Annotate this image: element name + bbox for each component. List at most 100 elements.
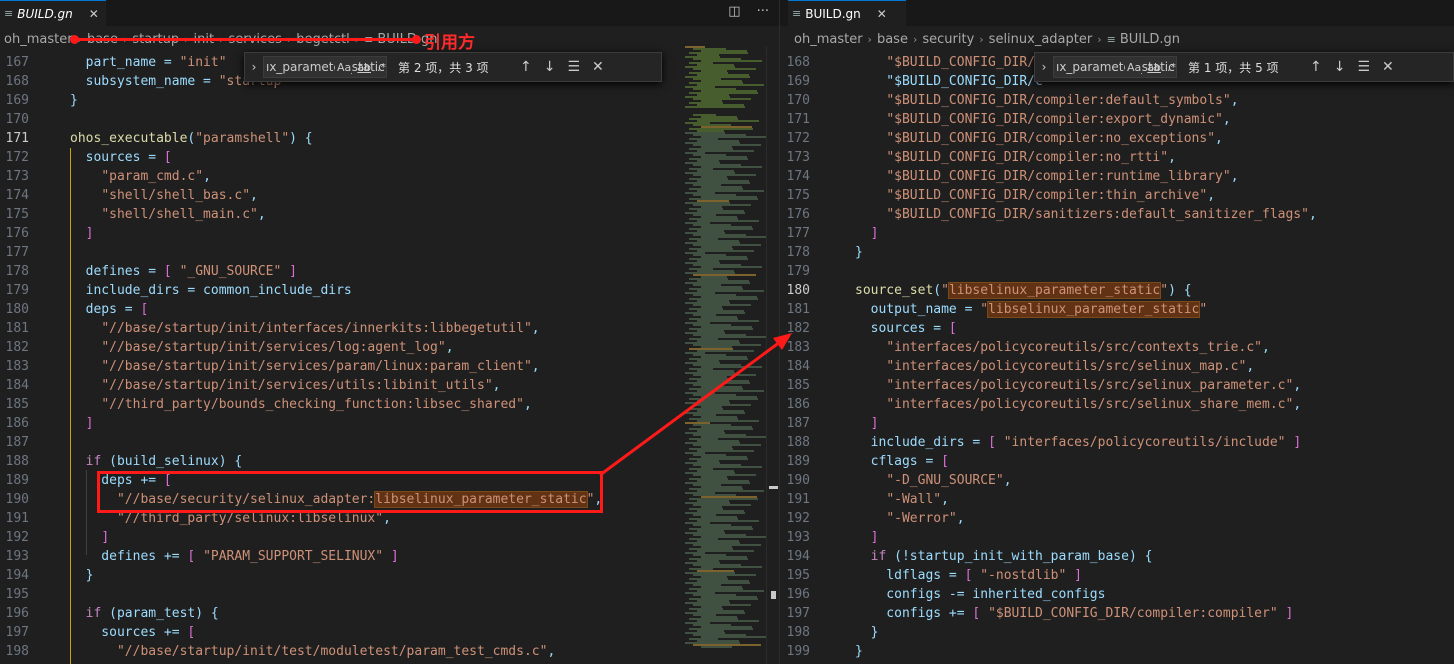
- next-match-button[interactable]: ↓: [1334, 59, 1346, 75]
- code-text: }: [855, 644, 863, 659]
- code-line: 174 "$BUILD_CONFIG_DIR/compiler:runtime_…: [780, 167, 1454, 186]
- code-text: "-Wall",: [886, 492, 949, 507]
- code-text: ]: [870, 416, 879, 431]
- line-number: 182: [786, 321, 810, 336]
- line-number: 183: [5, 359, 29, 374]
- whole-word-button[interactable]: ab: [357, 61, 371, 74]
- code-editor[interactable]: 167 part_name = "init" 168 subsystem_name…: [0, 53, 676, 661]
- match-case-button[interactable]: Aa: [1125, 60, 1142, 74]
- editor-actions: ◫ ···: [728, 4, 769, 19]
- code-line: 186 "interfaces/policycoreutils/src/seli…: [780, 395, 1454, 414]
- code-line: 181 output_name = "libselinux_parameter_…: [780, 300, 1454, 319]
- line-number: 179: [786, 264, 810, 279]
- breadcrumb: oh_master › base › security › selinux_adapter ›…: [780, 27, 1454, 51]
- close-icon[interactable]: ✕: [877, 7, 887, 21]
- line-number: 189: [5, 473, 29, 488]
- breadcrumb-item[interactable]: base: [877, 32, 908, 47]
- line-number: 187: [5, 435, 29, 450]
- code-text: defines += [ "PARAM_SUPPORT_SELINUX" ]: [70, 549, 399, 564]
- breadcrumb-item[interactable]: selinux_adapter: [989, 32, 1093, 47]
- line-number: 197: [786, 606, 810, 621]
- tab-build-gn-left[interactable]: ≡ BUILD.gn ✕: [0, 0, 106, 26]
- code-text: sources = [: [70, 150, 172, 165]
- annotation-label: 引用方: [424, 33, 475, 53]
- find-widget: › ıx_parameter_static Aa ab .* 第 1 项，共 5…: [1034, 52, 1454, 82]
- find-in-selection-button[interactable]: ☰: [567, 59, 580, 75]
- code-line: 194 }: [0, 566, 676, 585]
- line-number: 184: [5, 378, 29, 393]
- code-text: ]: [870, 226, 879, 241]
- code-line: 195 ldflags = [ "-nostdlib" ]: [780, 566, 1454, 585]
- file-icon: ≡: [4, 7, 14, 20]
- toggle-replace-icon[interactable]: ›: [1035, 60, 1053, 74]
- code-line: 197 configs += [ "$BUILD_CONFIG_DIR/comp…: [780, 604, 1454, 623]
- line-number: 173: [5, 169, 29, 184]
- chevron-right-icon: ›: [979, 32, 984, 46]
- close-icon[interactable]: ✕: [89, 7, 99, 21]
- line-number: 194: [5, 568, 29, 583]
- line-number: 178: [5, 264, 29, 279]
- code-line: 170: [0, 110, 676, 129]
- line-number: 191: [786, 492, 810, 507]
- code-text: "$BUILD_CONFIG_DIR/compiler:default_symb…: [886, 93, 1239, 108]
- more-actions-icon[interactable]: ···: [757, 4, 769, 19]
- whole-word-button[interactable]: ab: [1147, 61, 1161, 74]
- vertical-scrollbar[interactable]: [766, 46, 779, 664]
- code-text: ]: [85, 416, 94, 431]
- code-line: 180 source_set("libselinux_parameter_stat…: [780, 281, 1454, 300]
- right-editor-pane: ≡ BUILD.gn ✕ oh_master › base › security › sel…: [780, 0, 1454, 664]
- breadcrumb-item[interactable]: oh_master: [4, 32, 73, 47]
- next-match-button[interactable]: ↓: [544, 59, 556, 75]
- left-tab-bar: ≡ BUILD.gn ✕ ◫ ···: [0, 0, 779, 26]
- annotation-underline: [74, 38, 418, 41]
- code-text: "//base/startup/init/test/moduletest/par…: [116, 644, 556, 659]
- line-number: 180: [786, 283, 810, 298]
- close-find-button[interactable]: ✕: [1382, 59, 1394, 75]
- code-text: "//base/startup/init/services/utils:libi…: [101, 378, 501, 393]
- code-text: "interfaces/policycoreutils/src/selinux_…: [886, 397, 1302, 412]
- code-line: 187 ]: [780, 414, 1454, 433]
- previous-match-button[interactable]: ↑: [1310, 59, 1322, 75]
- code-text: output_name = "libselinux_parameter_stat…: [855, 301, 1208, 318]
- regex-button[interactable]: .*: [377, 61, 386, 74]
- line-number: 188: [5, 454, 29, 469]
- code-editor[interactable]: 168 "$BUILD_CONFIG_DIR/compiler:...",169…: [780, 53, 1454, 664]
- breadcrumb-item[interactable]: security: [922, 32, 974, 47]
- code-line: 187: [0, 433, 676, 452]
- split-editor-icon[interactable]: ◫: [728, 4, 740, 19]
- code-line: 188 include_dirs = [ "interfaces/policyc…: [780, 433, 1454, 452]
- line-number: 182: [5, 340, 29, 355]
- find-in-selection-button[interactable]: ☰: [1357, 59, 1370, 75]
- toggle-replace-icon[interactable]: ›: [245, 60, 263, 74]
- find-widget: › ıx_parameter_static Aa ab .* 第 2 项，共 3…: [244, 52, 662, 82]
- code-line: 183 "//base/startup/init/services/param/…: [0, 357, 676, 376]
- line-number: 175: [786, 188, 810, 203]
- breadcrumb-item[interactable]: BUILD.gn: [1120, 32, 1180, 47]
- code-line: 172 "$BUILD_CONFIG_DIR/compiler:no_excep…: [780, 129, 1454, 148]
- regex-button[interactable]: .*: [1167, 61, 1176, 74]
- code-text: "$BUILD_CONFIG_DIR/compiler:no_exception…: [886, 131, 1223, 146]
- breadcrumb-item[interactable]: oh_master: [794, 32, 863, 47]
- code-text: "interfaces/policycoreutils/src/selinux_…: [886, 378, 1302, 393]
- match-count: 第 2 项，共 3 项: [398, 60, 489, 75]
- code-line: 193 defines += [ "PARAM_SUPPORT_SELINUX"…: [0, 547, 676, 566]
- previous-match-button[interactable]: ↑: [520, 59, 532, 75]
- close-find-button[interactable]: ✕: [592, 59, 604, 75]
- code-text: part_name = "init": [70, 55, 227, 70]
- search-match: libselinux_parameter_static: [947, 282, 1162, 299]
- line-number: 181: [786, 302, 810, 317]
- minimap-line: [697, 150, 754, 152]
- tab-build-gn-right[interactable]: ≡ BUILD.gn ✕: [788, 0, 906, 26]
- line-number: 174: [5, 188, 29, 203]
- code-text: "$BUILD_CONFIG_DIR/compiler:thin_archive…: [886, 188, 1216, 203]
- minimap[interactable]: [677, 46, 767, 664]
- code-text: ]: [101, 530, 110, 545]
- chevron-right-icon: ›: [912, 32, 918, 46]
- line-number: 183: [786, 340, 810, 355]
- code-line: 179 include_dirs = common_include_dirs: [0, 281, 676, 300]
- code-line: 177: [0, 243, 676, 262]
- code-text: "$BUILD_CONFIG_DIR/sanitizers:default_sa…: [886, 207, 1317, 222]
- match-case-button[interactable]: Aa: [335, 60, 352, 74]
- line-number: 169: [786, 74, 810, 89]
- line-number: 176: [5, 226, 29, 241]
